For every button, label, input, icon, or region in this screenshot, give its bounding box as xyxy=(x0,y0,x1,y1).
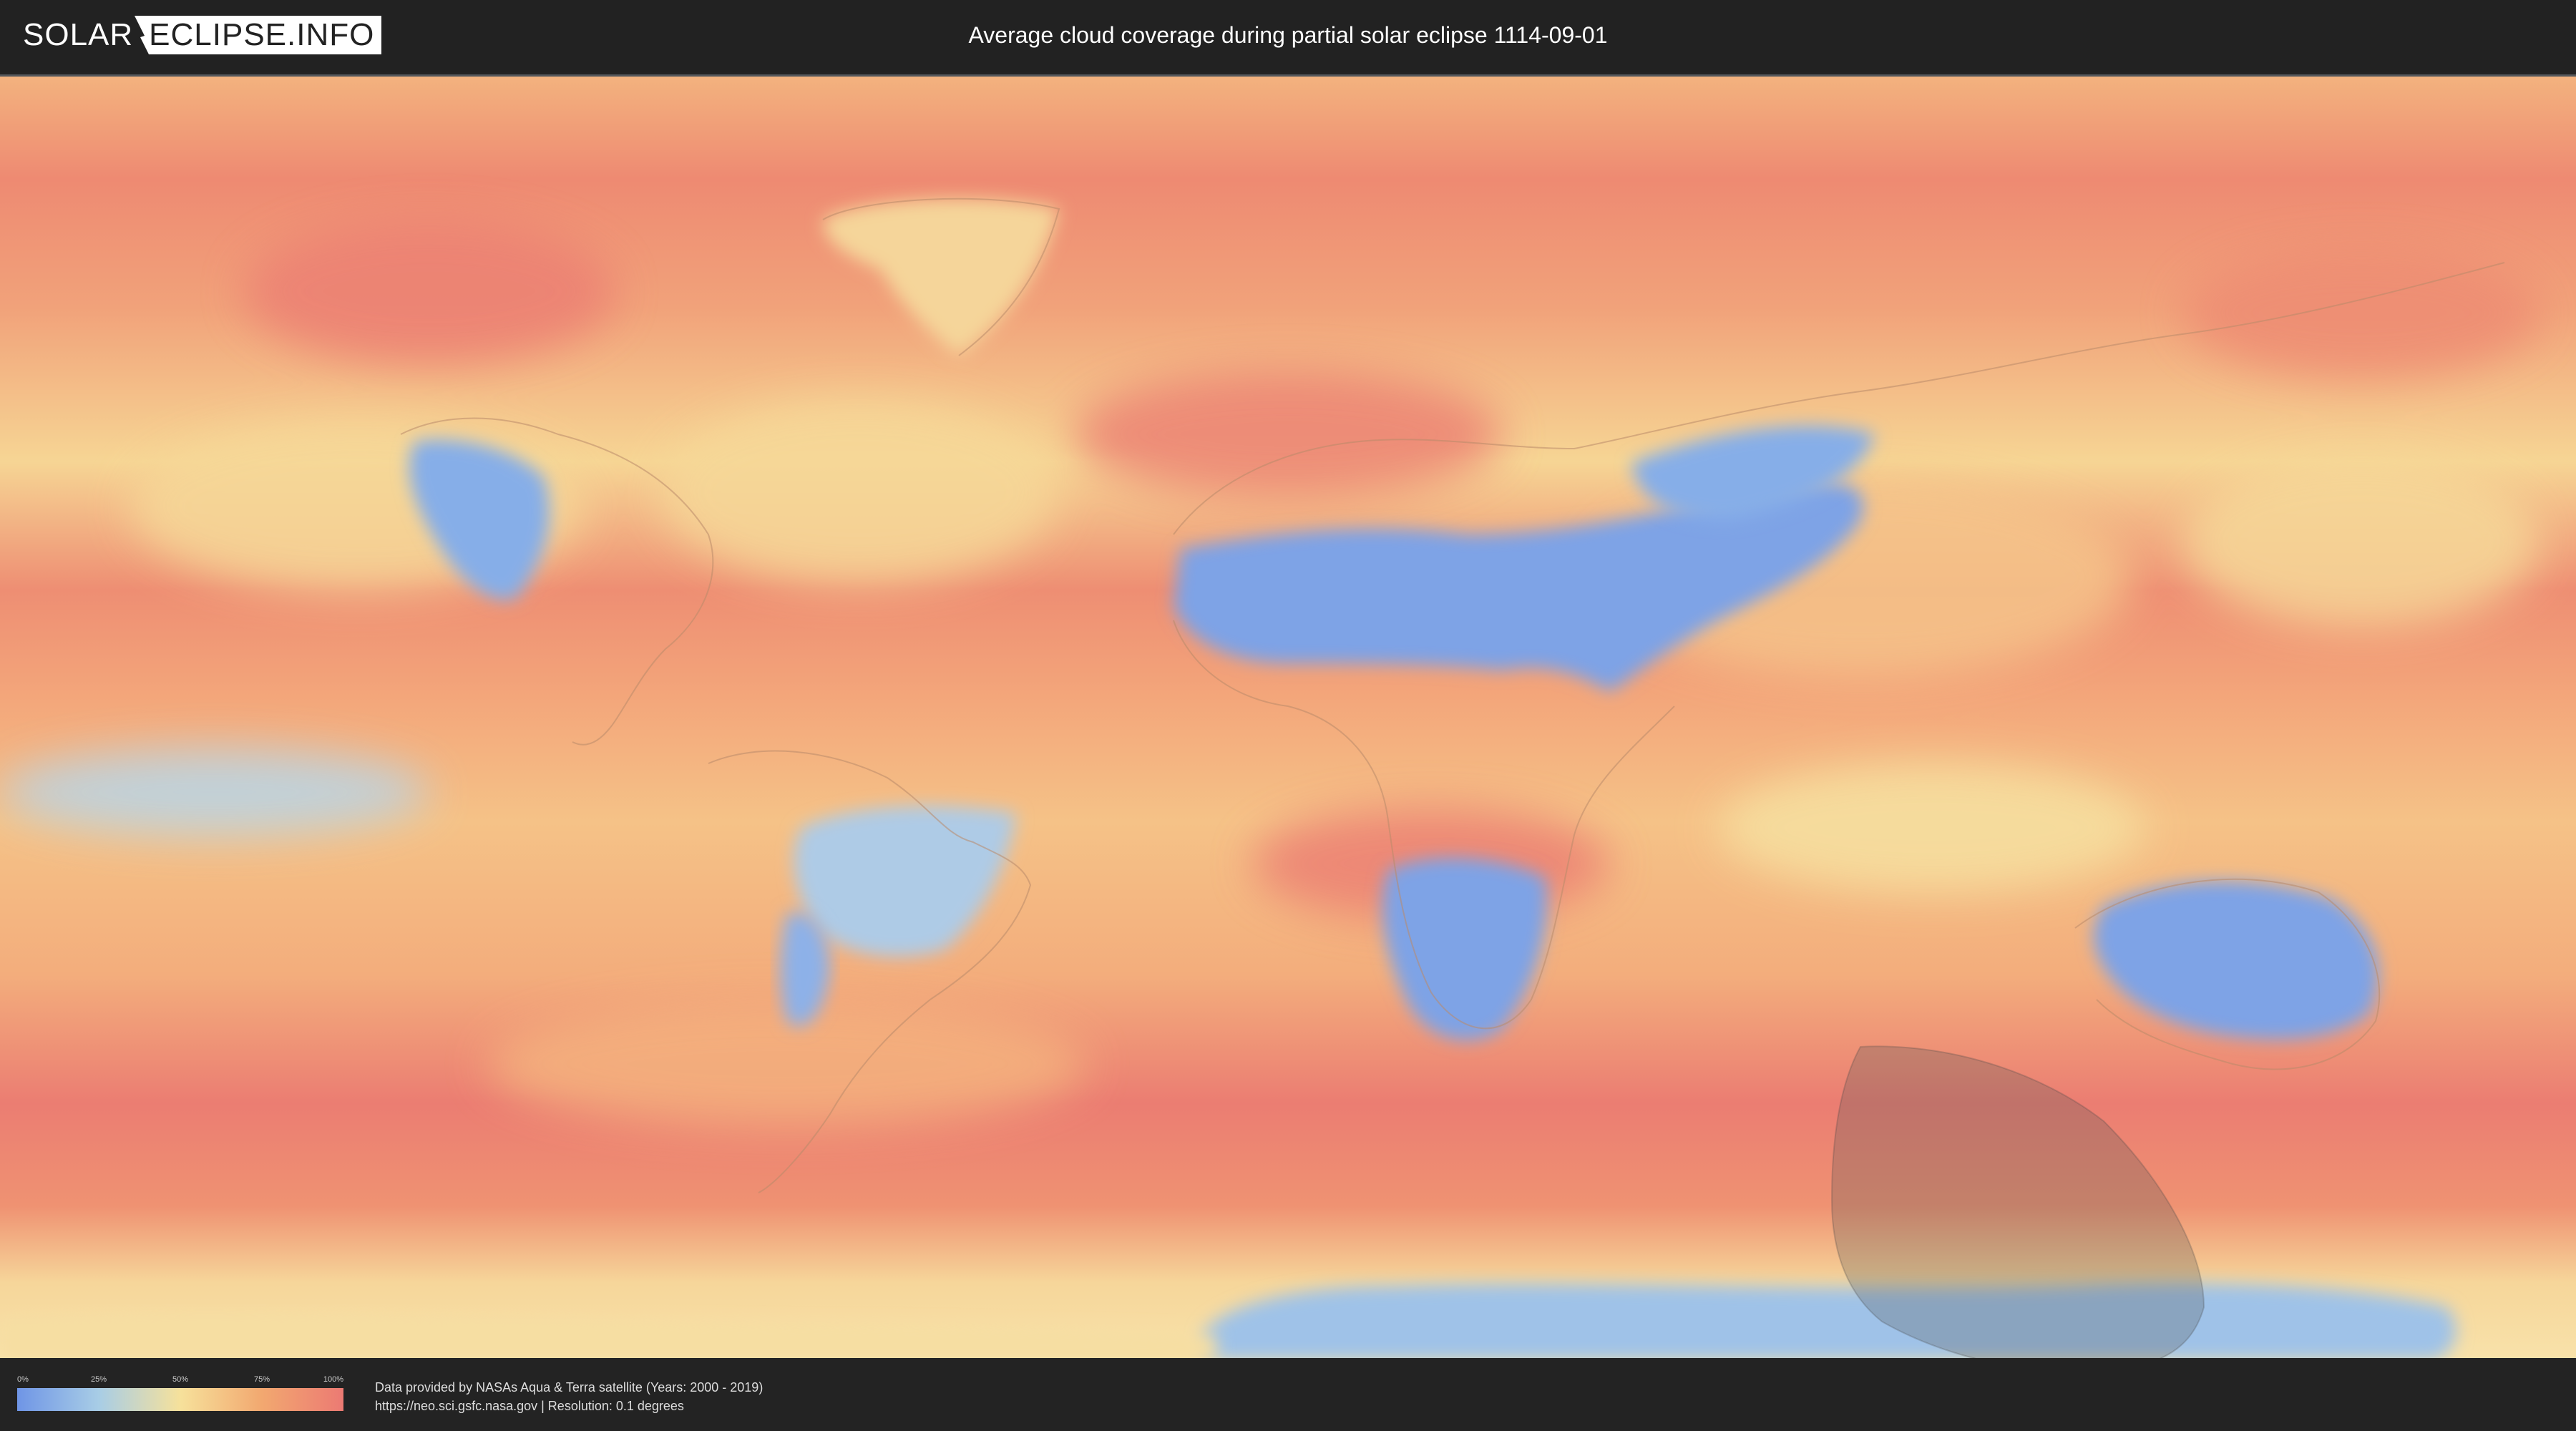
antarctica-region xyxy=(1202,1283,2457,1360)
header-bar: SOLAR ECLIPSE.INFO Average cloud coverag… xyxy=(0,0,2576,72)
legend-tick-100: 100% xyxy=(323,1375,344,1384)
legend-color-bar xyxy=(17,1388,343,1411)
credits-line-2[interactable]: https://neo.sci.gsfc.nasa.gov | Resoluti… xyxy=(375,1397,763,1415)
legend-tick-0: 0% xyxy=(17,1375,29,1384)
map-canvas xyxy=(0,77,2576,1360)
legend-ticks: 0% 25% 50% 75% 100% xyxy=(17,1374,343,1385)
cloud-coverage-legend: 0% 25% 50% 75% 100% xyxy=(17,1374,343,1417)
cloud-coverage-map[interactable] xyxy=(0,74,2576,1360)
legend-tick-25: 25% xyxy=(90,1375,107,1384)
page-title: Average cloud coverage during partial so… xyxy=(968,22,1608,48)
legend-tick-75: 75% xyxy=(253,1375,270,1384)
legend-tick-50: 50% xyxy=(172,1375,189,1384)
data-credits: Data provided by NASAs Aqua & Terra sate… xyxy=(375,1378,763,1415)
credits-line-1: Data provided by NASAs Aqua & Terra sate… xyxy=(375,1380,763,1395)
